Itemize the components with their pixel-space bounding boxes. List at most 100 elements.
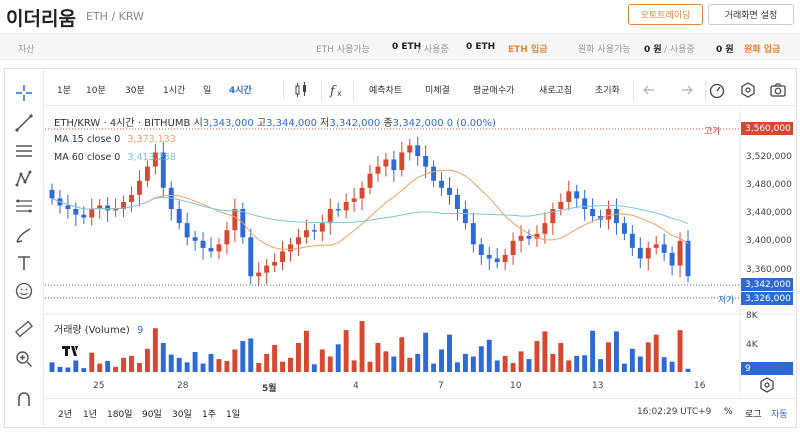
volume-bar	[590, 330, 596, 372]
volume-bar	[295, 343, 301, 372]
volume-bar	[558, 343, 564, 372]
volume-bar	[136, 362, 142, 372]
range-180d[interactable]: 180일	[107, 407, 132, 420]
log-toggle[interactable]: 로그	[745, 407, 762, 420]
volume-bar	[661, 357, 667, 372]
volume-bar	[367, 361, 373, 372]
clock-label[interactable]: 16:02:29 UTC+9	[637, 407, 711, 417]
range-1d[interactable]: 1일	[226, 407, 240, 420]
ma60-label: MA 60 close 0	[54, 152, 121, 163]
candle-body	[224, 230, 230, 245]
volume-bar	[470, 356, 476, 372]
auto-toggle[interactable]: 자동	[771, 407, 788, 420]
bottom-divider-line	[45, 398, 797, 399]
candle-body	[558, 201, 564, 209]
candle-body	[375, 166, 381, 174]
candle-body	[272, 262, 278, 266]
candle-body	[518, 235, 524, 241]
high-value: 3,344,000	[266, 118, 317, 129]
volume-bar	[232, 349, 238, 372]
price-tick: 3,400,000	[746, 236, 792, 246]
volume-bar	[216, 359, 222, 372]
candle-body	[470, 223, 476, 245]
volume-bar	[502, 355, 508, 372]
candle-body	[73, 209, 79, 215]
candle-body	[81, 214, 87, 218]
volume-bar	[121, 357, 127, 372]
change-value: 0 (0.00%)	[446, 118, 496, 129]
volume-bar	[248, 338, 254, 372]
open-label: 시	[193, 118, 203, 129]
range-1w[interactable]: 1주	[202, 407, 216, 420]
time-tick: 7	[438, 381, 444, 391]
candle-body	[447, 187, 452, 195]
close-label: 종	[383, 118, 393, 129]
volume-bar	[359, 321, 365, 372]
range-2y[interactable]: 2년	[58, 407, 72, 420]
volume-bar	[129, 355, 134, 372]
candle-body	[677, 240, 683, 266]
price-tick: 3,440,000	[746, 208, 792, 218]
range-1y[interactable]: 1년	[83, 407, 97, 420]
volume-bar	[542, 331, 548, 372]
candle-body	[431, 166, 437, 181]
volume-label: 거래량 (Volume)	[54, 325, 130, 336]
time-tick: 5월	[262, 384, 277, 394]
tradingview-logo	[62, 346, 78, 356]
candle-body	[184, 223, 190, 238]
candle-body	[526, 235, 532, 239]
ma15-value: 3,373,133	[127, 134, 176, 145]
low-price-tag: 3,326,000	[741, 292, 793, 305]
candle-body	[327, 209, 333, 224]
volume-bar	[152, 328, 158, 372]
volume-bar	[510, 362, 516, 372]
volume-bar	[423, 332, 429, 372]
candle-body	[288, 244, 293, 252]
volume-bar	[160, 343, 166, 372]
ma60-legend: MA 60 close 0 3,413,238	[54, 152, 176, 163]
candle-body	[653, 244, 659, 248]
candle-body	[439, 180, 445, 188]
candle-body	[303, 230, 309, 238]
candle-body	[129, 194, 134, 202]
volume-bar	[97, 363, 103, 372]
chart-settings-icon[interactable]	[758, 376, 776, 394]
time-tick: 28	[177, 381, 189, 391]
volume-bar	[677, 330, 683, 372]
volume-bar	[399, 337, 405, 372]
range-30d[interactable]: 30일	[172, 407, 192, 420]
candle-body	[415, 145, 421, 156]
candle-body	[176, 209, 182, 224]
volume-bar	[144, 348, 150, 372]
candle-body	[542, 223, 548, 234]
low-marker-label: 저가	[718, 296, 735, 306]
high-price-tag: 3,560,000	[741, 122, 793, 135]
volume-bar	[57, 366, 63, 372]
candle-body	[264, 265, 270, 273]
volume-bar	[303, 330, 309, 372]
candle-body	[606, 209, 611, 220]
candle-body	[192, 237, 198, 241]
candle-body	[399, 152, 405, 171]
volume-bar	[311, 364, 317, 372]
candle-body	[232, 209, 238, 231]
volume-bar	[645, 342, 651, 372]
volume-bar	[240, 341, 246, 372]
percent-toggle[interactable]: %	[724, 407, 733, 417]
current-volume-tag: 9	[741, 362, 793, 375]
price-tick: 3,360,000	[746, 265, 792, 275]
candle-body	[208, 247, 214, 252]
candle-body	[590, 209, 596, 217]
volume-bar	[200, 363, 206, 372]
volume-bar	[574, 355, 580, 372]
candle-body	[510, 240, 516, 255]
candle-body	[105, 205, 111, 211]
volume-bar	[327, 356, 333, 372]
range-90d[interactable]: 90일	[142, 407, 162, 420]
candle-body	[248, 237, 254, 277]
price-chart[interactable]	[0, 0, 800, 432]
candle-body	[256, 272, 262, 277]
candle-body	[621, 223, 627, 234]
candle-body	[637, 247, 643, 259]
candle-body	[359, 187, 365, 199]
